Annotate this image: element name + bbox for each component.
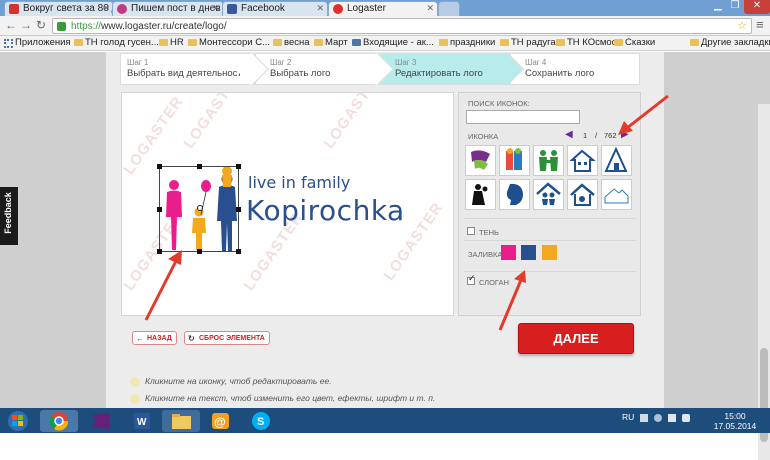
youtube-favicon-icon: [9, 4, 19, 14]
bookmark-item[interactable]: весна: [273, 37, 310, 48]
chrome-icon: [49, 412, 69, 431]
annotation-arrows: [144, 94, 669, 331]
bookmark-item[interactable]: Сказки: [614, 37, 655, 48]
clock-date: 17.05.2014: [713, 421, 757, 431]
windows-logo-icon: [8, 411, 28, 431]
url-input[interactable]: https://www.logaster.ru/create/logo/ ☆: [52, 18, 752, 34]
bookmark-item[interactable]: Монтессори С...: [188, 37, 270, 48]
tab-title: Вокруг света за 80 д: [23, 3, 114, 14]
tab-title: Пишем пост в днев: [131, 3, 221, 14]
system-clock[interactable]: 15:00 17.05.2014: [710, 411, 760, 431]
step-4[interactable]: Шаг 4 Сохранить лого: [510, 53, 640, 85]
close-tab-icon[interactable]: ✕: [316, 3, 324, 14]
wizard-steps: Шаг 1 Выбрать вид деятельности Шаг 2 Выб…: [120, 52, 640, 86]
step-label: Выбрать вид деятельности: [127, 68, 248, 79]
mail-taskbar-button[interactable]: @: [202, 410, 240, 432]
star-icon[interactable]: ☆: [737, 19, 747, 32]
forward-arrow-icon[interactable]: →: [20, 18, 32, 32]
volume-icon[interactable]: [682, 414, 690, 422]
step-3-active[interactable]: Шаг 3 Редактировать лого: [380, 52, 524, 86]
tab-title: Logaster: [347, 3, 386, 14]
visual-studio-taskbar-button[interactable]: [82, 410, 120, 432]
url-path: www.logaster.ru/create/logo/: [101, 21, 227, 32]
minimize-icon[interactable]: ▁: [708, 0, 728, 14]
bookmark-item[interactable]: ТН радуга: [500, 37, 556, 48]
logaster-favicon-icon: [333, 4, 343, 14]
address-bar-row: ← → ↻ https://www.logaster.ru/create/log…: [0, 16, 770, 36]
browser-tab-3[interactable]: Facebook ✕: [222, 1, 328, 16]
url-scheme: https://: [71, 21, 102, 32]
tab-title: Facebook: [241, 3, 285, 14]
language-indicator[interactable]: RU: [622, 412, 634, 422]
bookmark-item[interactable]: ТН голод гусен...: [74, 37, 159, 48]
bookmark-item[interactable]: Март: [314, 37, 348, 48]
step-label: Сохранить лого: [525, 68, 595, 79]
svg-text:W: W: [137, 417, 147, 428]
step-label: Выбрать лого: [270, 68, 331, 79]
maximize-icon[interactable]: ❐: [726, 0, 744, 14]
skype-icon: S: [252, 412, 270, 430]
step-number: Шаг 4: [525, 58, 547, 67]
lock-icon: [57, 22, 66, 31]
browser-tab-bar: Вокруг света за 80 д ✕ Пишем пост в днев…: [0, 0, 770, 16]
svg-text:S: S: [257, 416, 264, 428]
bookmark-item[interactable]: Входящие - ак...: [352, 37, 434, 48]
svg-text:@: @: [214, 415, 226, 429]
close-window-icon[interactable]: ✕: [744, 0, 770, 14]
browser-tab-4-active[interactable]: Logaster ✕: [328, 1, 438, 16]
menu-icon[interactable]: ≡: [756, 17, 764, 32]
close-tab-icon[interactable]: ✕: [426, 3, 434, 14]
bookmark-apps[interactable]: Приложения: [4, 37, 71, 48]
step-number: Шаг 1: [127, 58, 149, 67]
new-tab-button[interactable]: [438, 1, 460, 16]
tray-icon[interactable]: [654, 414, 662, 422]
bookmark-item[interactable]: праздники: [439, 37, 495, 48]
browser-tab-1[interactable]: Вокруг света за 80 д ✕: [4, 1, 114, 16]
tray-icon[interactable]: [640, 414, 648, 422]
skype-taskbar-button[interactable]: S: [242, 410, 280, 432]
close-tab-icon[interactable]: ✕: [102, 3, 110, 14]
bookmark-other[interactable]: Другие закладки: [690, 37, 770, 48]
step-1[interactable]: Шаг 1 Выбрать вид деятельности: [120, 52, 269, 86]
reload-icon[interactable]: ↻: [36, 18, 46, 32]
word-taskbar-button[interactable]: W: [122, 410, 160, 432]
start-button[interactable]: [1, 410, 35, 432]
page-viewport: Feedback Шаг 1 Выбрать вид деятельности …: [0, 52, 770, 460]
chrome-taskbar-button[interactable]: [40, 410, 78, 432]
blog-favicon-icon: [117, 4, 127, 14]
mail-at-icon: @: [212, 413, 229, 429]
back-arrow-icon[interactable]: ←: [5, 18, 17, 32]
facebook-favicon-icon: [227, 4, 237, 14]
browser-tab-2[interactable]: Пишем пост в днев ✕: [112, 1, 224, 16]
step-2[interactable]: Шаг 2 Выбрать лого: [255, 52, 394, 86]
clock-time: 15:00: [724, 411, 746, 421]
step-label: Редактировать лого: [395, 68, 483, 79]
folder-icon: [172, 414, 191, 429]
bookmarks-bar: Приложения ТН голод гусен... HR Монтессо…: [0, 36, 770, 51]
windows-taskbar: W @ S RU: [0, 408, 770, 433]
explorer-taskbar-button[interactable]: [162, 410, 200, 432]
word-icon: W: [134, 413, 150, 429]
vs-icon: [92, 413, 110, 429]
network-icon[interactable]: [668, 414, 676, 422]
bookmark-item[interactable]: ТН КОсмос: [556, 37, 616, 48]
bookmark-item[interactable]: HR: [159, 37, 184, 48]
close-tab-icon[interactable]: ✕: [212, 3, 220, 14]
